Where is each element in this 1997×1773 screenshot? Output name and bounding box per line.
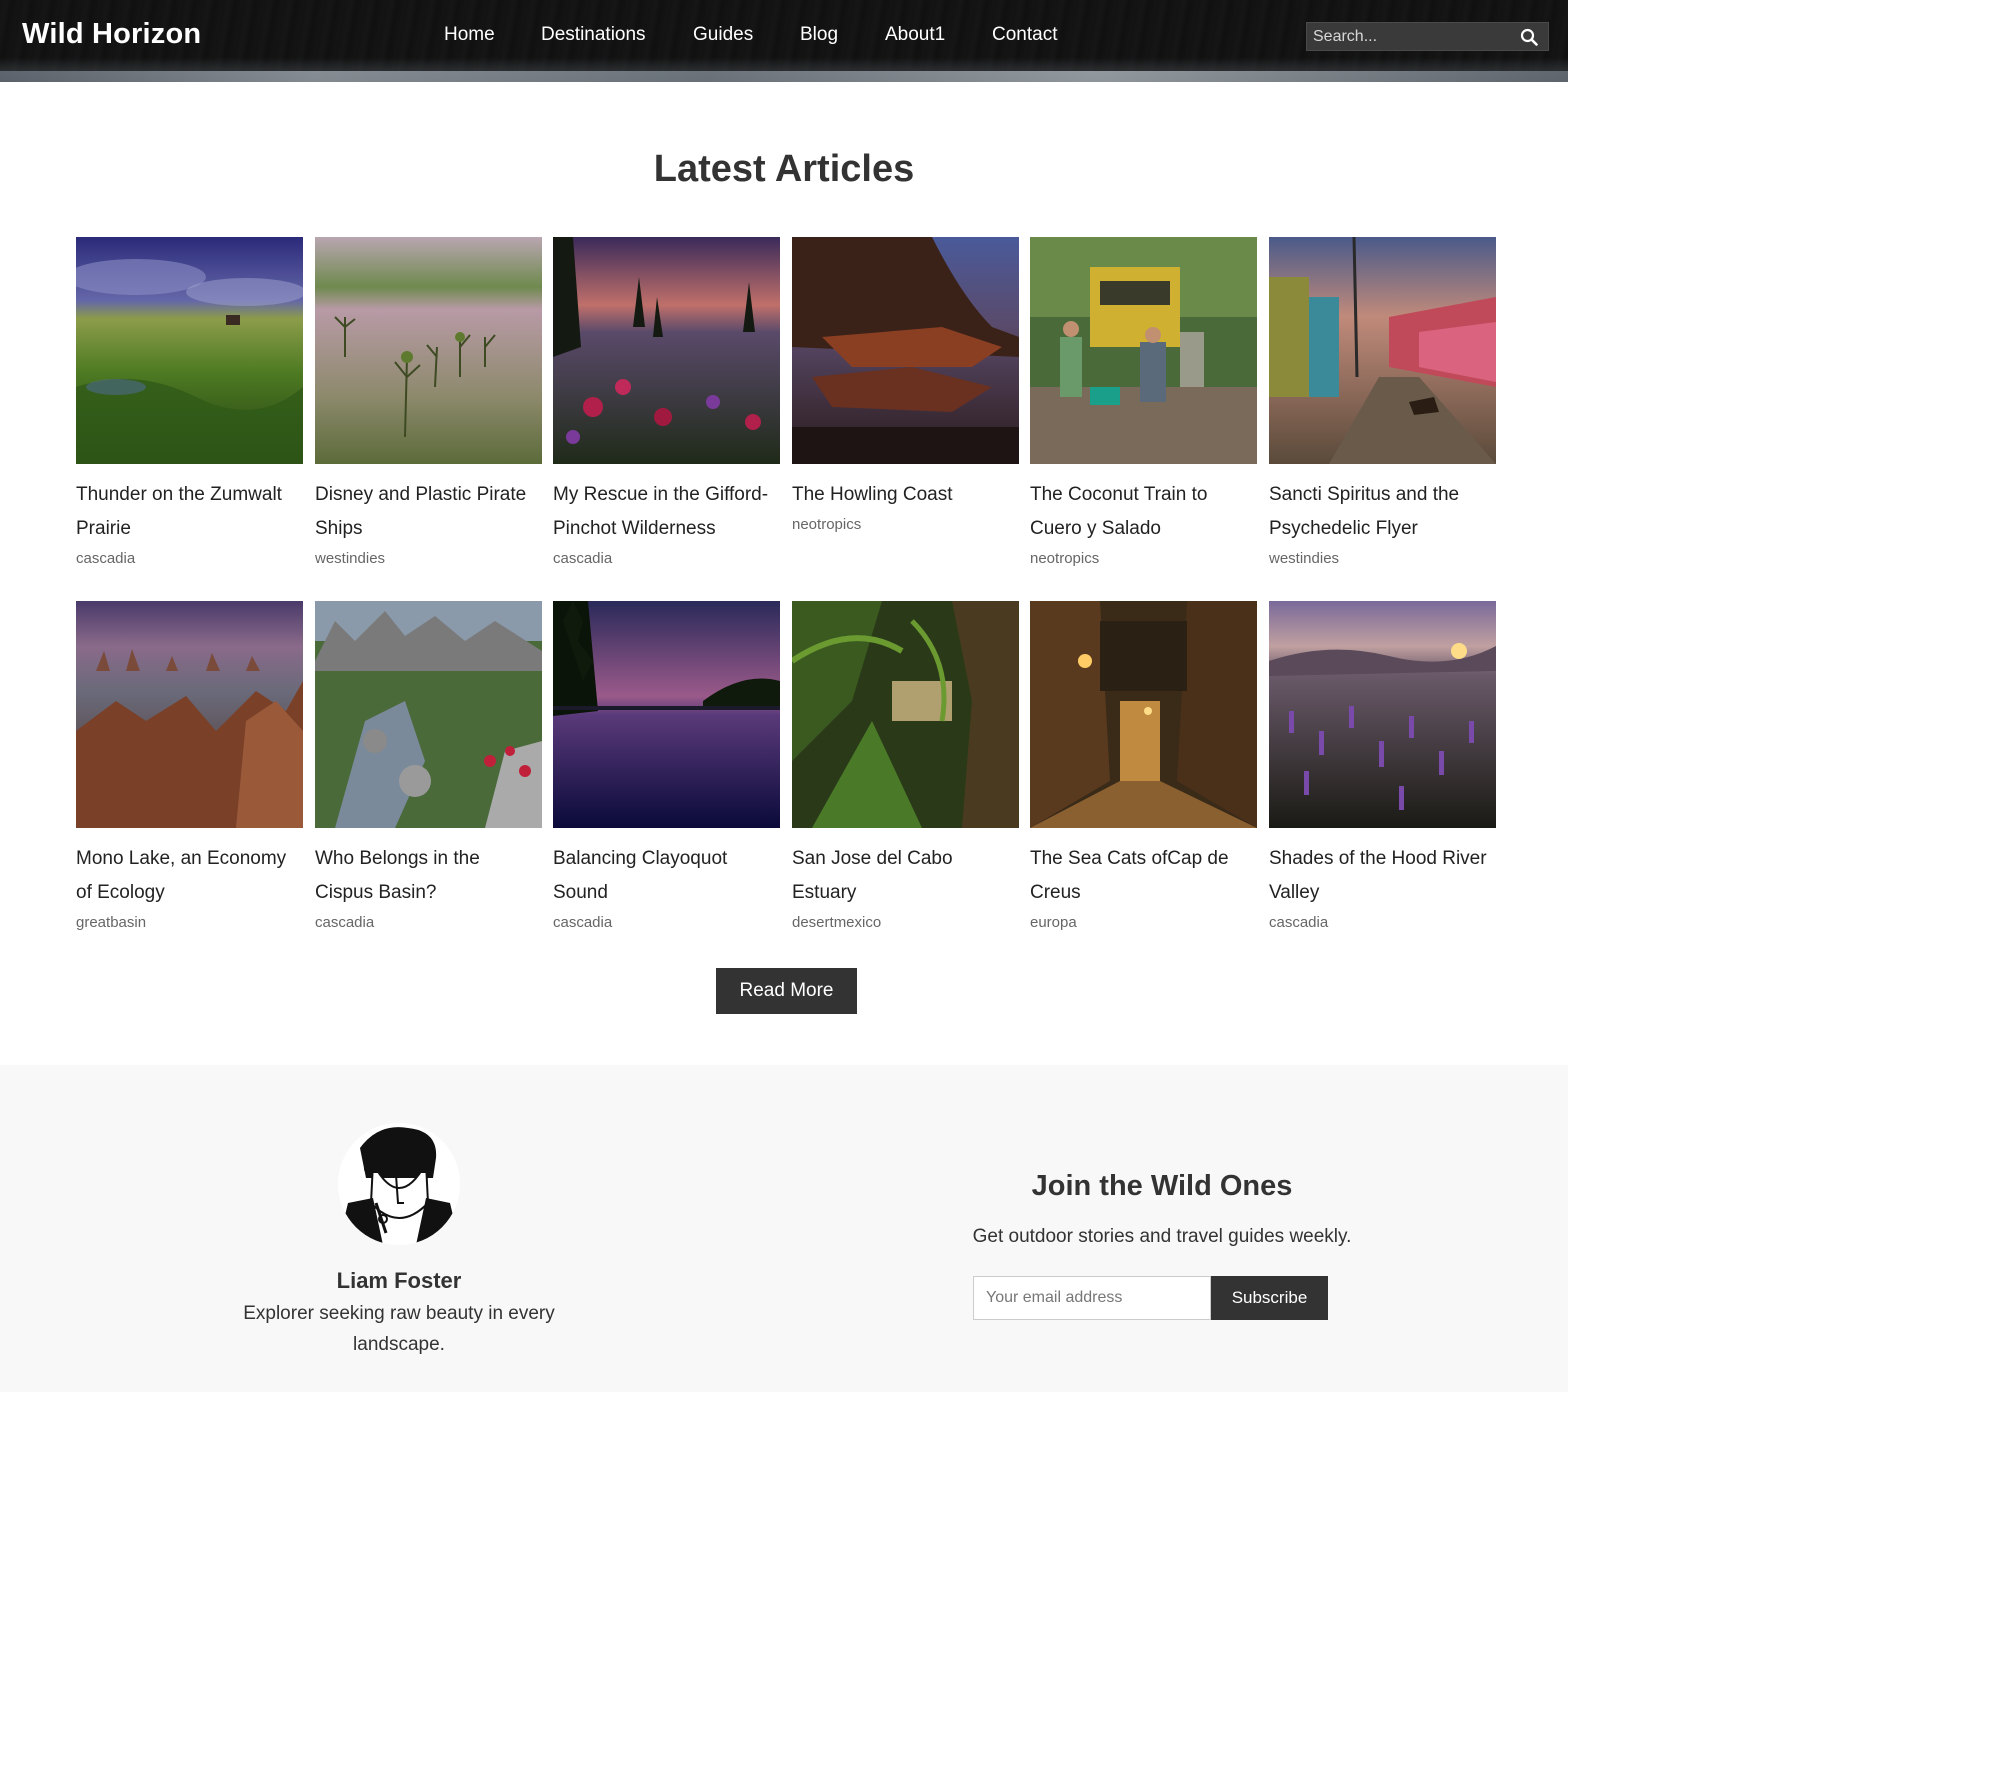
search-input[interactable]: [1307, 23, 1512, 50]
subscribe-button[interactable]: Subscribe: [1211, 1276, 1328, 1320]
author-bio: Explorer seeking raw beauty in every lan…: [243, 1303, 555, 1355]
article-tag[interactable]: neotropics: [1030, 550, 1257, 567]
article-card[interactable]: Disney and Plastic Pirate Ships westindi…: [315, 237, 542, 567]
nav-contact[interactable]: Contact: [992, 24, 1057, 46]
article-card[interactable]: The Sea Cats ofCap de Creus europa: [1030, 601, 1257, 931]
nav-destinations[interactable]: Destinations: [541, 24, 646, 46]
article-tag[interactable]: cascadia: [1269, 914, 1496, 931]
site-logo[interactable]: Wild Horizon: [22, 18, 201, 51]
article-tag[interactable]: westindies: [315, 550, 542, 567]
article-tag[interactable]: desertmexico: [792, 914, 1019, 931]
site-header: Wild Horizon Home Destinations Guides Bl…: [0, 0, 1568, 82]
article-card[interactable]: Who Belongs in the Cispus Basin? cascadi…: [315, 601, 542, 931]
article-title[interactable]: Sancti Spiritus and the Psychedelic Flye…: [1269, 478, 1496, 546]
article-title[interactable]: The Sea Cats ofCap de Creus: [1030, 842, 1257, 910]
article-title[interactable]: The Coconut Train to Cuero y Salado: [1030, 478, 1257, 546]
article-image-alley[interactable]: [1030, 601, 1257, 828]
search-box: [1306, 22, 1549, 51]
article-title[interactable]: Disney and Plastic Pirate Ships: [315, 478, 542, 546]
article-card[interactable]: Thunder on the Zumwalt Prairie cascadia: [76, 237, 303, 567]
article-title[interactable]: Mono Lake, an Economy of Ecology: [76, 842, 303, 910]
article-image-lupine[interactable]: [1269, 601, 1496, 828]
article-image-street[interactable]: [1269, 237, 1496, 464]
section-title: Latest Articles: [653, 148, 915, 190]
article-image-prairie[interactable]: [76, 237, 303, 464]
article-tag[interactable]: europa: [1030, 914, 1257, 931]
newsletter-subtitle: Get outdoor stories and travel guides we…: [972, 1226, 1352, 1247]
author-caricature-icon: [338, 1123, 460, 1245]
author-name: Liam Foster: [336, 1268, 462, 1293]
email-field[interactable]: [973, 1276, 1211, 1320]
article-image-estuary[interactable]: [792, 601, 1019, 828]
article-title[interactable]: My Rescue in the Gifford-Pinchot Wildern…: [553, 478, 780, 546]
nav-about[interactable]: About1: [885, 24, 945, 46]
article-card[interactable]: The Howling Coast neotropics: [792, 237, 1019, 533]
article-title[interactable]: San Jose del Cabo Estuary: [792, 842, 1019, 910]
article-card[interactable]: Balancing Clayoquot Sound cascadia: [553, 601, 780, 931]
article-tag[interactable]: greatbasin: [76, 914, 303, 931]
article-card[interactable]: Shades of the Hood River Valley cascadia: [1269, 601, 1496, 931]
article-tag[interactable]: cascadia: [553, 550, 780, 567]
article-title[interactable]: The Howling Coast: [792, 478, 1019, 512]
article-image-creek[interactable]: [315, 601, 542, 828]
nav-guides[interactable]: Guides: [693, 24, 753, 46]
newsletter-title: Join the Wild Ones: [1031, 1170, 1293, 1202]
article-tag[interactable]: cascadia: [553, 914, 780, 931]
article-title[interactable]: Shades of the Hood River Valley: [1269, 842, 1496, 910]
article-image-coast[interactable]: [792, 237, 1019, 464]
article-card[interactable]: San Jose del Cabo Estuary desertmexico: [792, 601, 1019, 931]
article-image-train[interactable]: [1030, 237, 1257, 464]
article-image-wildflowers[interactable]: [553, 237, 780, 464]
article-card[interactable]: Mono Lake, an Economy of Ecology greatba…: [76, 601, 303, 931]
nav-home[interactable]: Home: [444, 24, 495, 46]
nav-blog[interactable]: Blog: [800, 24, 838, 46]
header-texture: [0, 71, 1568, 82]
article-image-mangrove[interactable]: [315, 237, 542, 464]
article-tag[interactable]: cascadia: [76, 550, 303, 567]
article-image-tufa[interactable]: [76, 601, 303, 828]
read-more-button[interactable]: Read More: [716, 968, 857, 1014]
search-icon[interactable]: [1520, 28, 1538, 46]
article-title[interactable]: Who Belongs in the Cispus Basin?: [315, 842, 542, 910]
article-title[interactable]: Thunder on the Zumwalt Prairie: [76, 478, 303, 546]
article-card[interactable]: Sancti Spiritus and the Psychedelic Flye…: [1269, 237, 1496, 567]
article-tag[interactable]: cascadia: [315, 914, 542, 931]
article-card[interactable]: My Rescue in the Gifford-Pinchot Wildern…: [553, 237, 780, 567]
article-tag[interactable]: westindies: [1269, 550, 1496, 567]
article-title[interactable]: Balancing Clayoquot Sound: [553, 842, 780, 910]
article-card[interactable]: The Coconut Train to Cuero y Salado neot…: [1030, 237, 1257, 567]
article-tag[interactable]: neotropics: [792, 516, 1019, 533]
author-avatar: [338, 1123, 460, 1245]
article-image-sound[interactable]: [553, 601, 780, 828]
